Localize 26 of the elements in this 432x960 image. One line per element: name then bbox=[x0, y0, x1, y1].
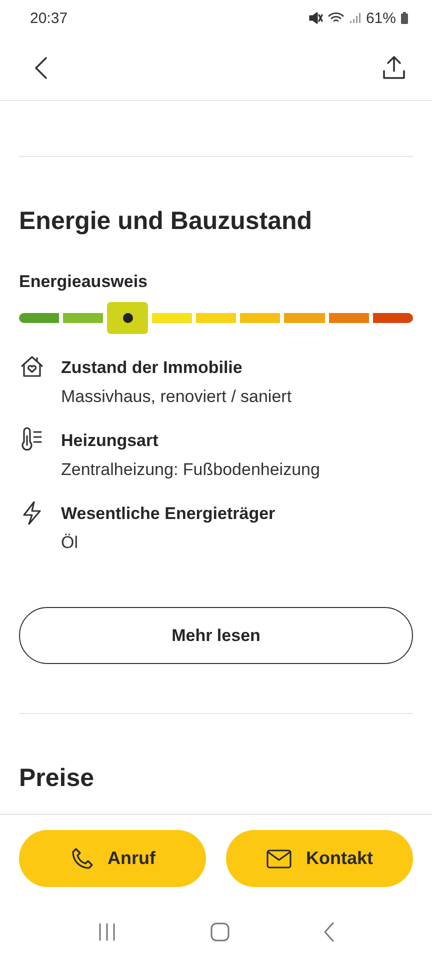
detail-value: Massivhaus, renoviert / saniert bbox=[61, 387, 292, 407]
detail-label: Zustand der Immobilie bbox=[61, 358, 244, 378]
mail-icon bbox=[266, 848, 292, 868]
call-button[interactable]: Anruf bbox=[19, 830, 206, 887]
detail-label: Heizungsart bbox=[61, 431, 160, 451]
certificate-label: Energieausweis bbox=[19, 272, 149, 292]
back-icon[interactable] bbox=[323, 922, 336, 942]
section-title: Energie und Bauzustand bbox=[19, 207, 314, 236]
detail-value: Öl bbox=[61, 533, 79, 553]
back-icon bbox=[34, 56, 48, 80]
read-more-button[interactable]: Mehr lesen bbox=[19, 607, 413, 664]
detail-label: Wesentliche Energieträger bbox=[61, 504, 276, 524]
wifi-icon bbox=[328, 12, 344, 24]
share-icon bbox=[382, 55, 406, 81]
signal-icon bbox=[348, 12, 361, 24]
battery-percentage: 61% bbox=[366, 10, 396, 26]
house-heart-icon bbox=[19, 354, 45, 380]
status-time: 20:37 bbox=[30, 10, 68, 26]
section-title: Preise bbox=[19, 764, 96, 793]
mute-icon bbox=[308, 12, 323, 24]
battery-icon bbox=[401, 12, 408, 24]
phone-icon bbox=[70, 846, 94, 870]
contact-button[interactable]: Kontakt bbox=[226, 830, 413, 887]
home-icon[interactable] bbox=[210, 922, 230, 942]
recent-apps-icon[interactable] bbox=[96, 923, 117, 941]
detail-value: Zentralheizung: Fußbodenheizung bbox=[61, 460, 320, 480]
